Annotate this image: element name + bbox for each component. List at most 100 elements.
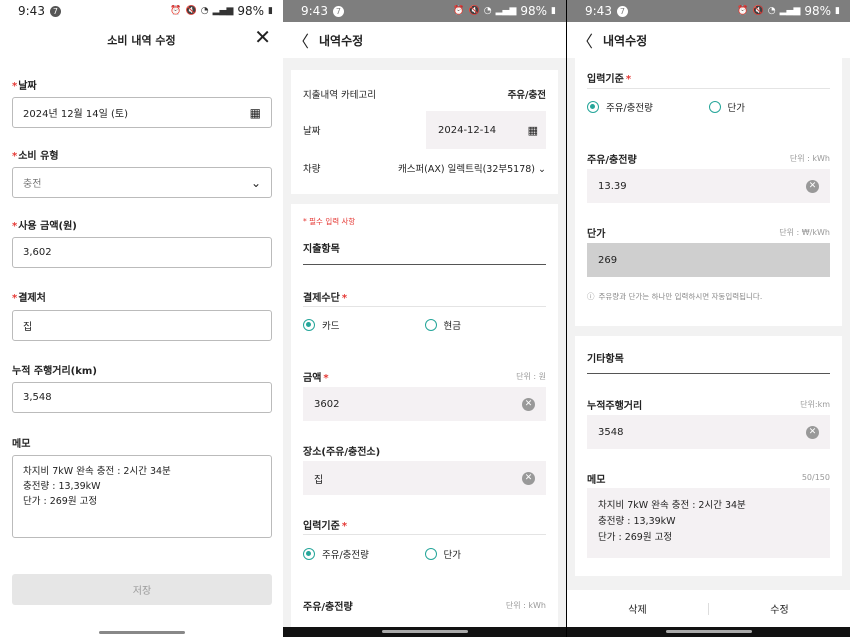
battery-icon: ▮ xyxy=(835,6,840,16)
battery-text: 98% xyxy=(237,4,265,18)
radio-label: 현금 xyxy=(443,321,461,332)
radio-unit-price[interactable]: 단가 xyxy=(424,547,547,561)
action-bar: 삭제 수정 xyxy=(567,590,850,627)
place-value: 집 xyxy=(314,474,324,486)
fuel-label: 주유/충전량 xyxy=(303,602,353,613)
price-value: 269 xyxy=(598,254,618,266)
payee-label: *결제처 xyxy=(12,293,46,304)
wifi-icon: ◔ xyxy=(200,6,209,16)
required-note: * 필수 입력 사항 xyxy=(303,217,356,226)
date-field[interactable]: 2024년 12월 14일 (토) ▦ xyxy=(12,97,272,128)
delete-button[interactable]: 삭제 xyxy=(567,601,708,616)
amount-input[interactable]: 3,602 xyxy=(12,237,272,268)
header: 〈 내역수정 xyxy=(283,22,566,58)
basis-radio-group: 주유/충전량 단가 xyxy=(303,547,546,561)
clear-icon[interactable]: ✕ xyxy=(522,471,535,485)
wifi-icon: ◔ xyxy=(767,6,776,16)
radio-fuel-amount[interactable]: 주유/충전량 xyxy=(587,100,709,114)
summary-card: 지출내역 카테고리 주유/충전 날짜 2024-12-14 ▦ 차량 캐스퍼(A… xyxy=(291,70,558,194)
radio-label: 주유/충전량 xyxy=(322,550,369,561)
date-label: 날짜 xyxy=(303,126,321,137)
mileage-input[interactable]: 3548 ✕ xyxy=(587,415,830,449)
mileage-input[interactable]: 3,548 xyxy=(12,382,272,413)
divider xyxy=(303,534,546,535)
mileage-value: 3548 xyxy=(598,426,624,438)
fuel-unit: 단위 : kWh xyxy=(505,601,546,610)
status-bar: 9:43 7 ⏰ 🔇 ◔ ▂▄▆ 98% ▮ xyxy=(283,0,566,22)
memo-textarea[interactable]: 차지비 7kW 완속 충전 : 2시간 34분 충전량 : 13,39kW 단가… xyxy=(12,455,272,538)
radio-card[interactable]: 카드 xyxy=(303,318,425,332)
price-unit: 단위 : ₩/kWh xyxy=(779,228,830,237)
header: 〈 내역수정 xyxy=(567,22,850,58)
memo-textarea[interactable]: 차지비 7kW 완속 충전 : 2시간 34분 충전량 : 13,39kW 단가… xyxy=(587,488,830,558)
mileage-value: 3,548 xyxy=(23,392,52,403)
back-arrow-icon[interactable]: 〈 xyxy=(577,28,593,52)
radio-label: 단가 xyxy=(443,550,461,561)
price-label: 단가 xyxy=(587,229,606,240)
clear-icon[interactable]: ✕ xyxy=(806,179,819,193)
status-time: 9:43 xyxy=(301,4,328,18)
mute-icon: 🔇 xyxy=(185,6,197,16)
payment-radio-group: 카드 현금 xyxy=(303,318,546,332)
radio-label: 카드 xyxy=(322,321,340,332)
date-picker[interactable]: 2024-12-14 ▦ xyxy=(426,111,546,149)
radio-selected-icon xyxy=(303,319,315,331)
mute-icon: 🔇 xyxy=(752,6,764,16)
info-icon: ⓘ xyxy=(587,292,595,301)
category-label: 지출내역 카테고리 xyxy=(303,90,376,101)
signal-icon: ▂▄▆ xyxy=(212,6,234,16)
other-title: 기타항목 xyxy=(587,354,624,365)
radio-unit-price[interactable]: 단가 xyxy=(708,100,831,114)
radio-label: 단가 xyxy=(727,103,745,114)
signal-icon: ▂▄▆ xyxy=(779,6,801,16)
radio-unselected-icon xyxy=(424,548,437,560)
expense-card-continued: 입력기준 * 주유/충전량 단가 주유/충전량 단위 : kWh 13.39 ✕ … xyxy=(575,58,842,326)
price-input[interactable]: 269 xyxy=(587,243,830,277)
other-card: 기타항목 누적주행거리 단위:km 3548 ✕ 메모 50/150 차지비 7… xyxy=(575,336,842,576)
date-value: 2024-12-14 xyxy=(438,124,497,136)
clear-icon[interactable]: ✕ xyxy=(806,425,819,439)
battery-icon: ▮ xyxy=(268,6,273,16)
vehicle-value: 캐스퍼(AX) 일렉트릭(32부5178) xyxy=(397,164,535,175)
status-time: 9:43 xyxy=(18,4,45,18)
clear-icon[interactable]: ✕ xyxy=(522,397,535,411)
fuel-input[interactable]: 13.39 ✕ xyxy=(587,169,830,203)
battery-text: 98% xyxy=(520,4,548,18)
calendar-icon: ▦ xyxy=(527,123,538,137)
radio-label: 주유/충전량 xyxy=(606,103,653,114)
type-select[interactable]: 충전 ⌄ xyxy=(12,167,272,198)
place-label: 장소(주유/충전소) xyxy=(303,447,381,458)
notification-badge: 7 xyxy=(616,5,628,17)
gesture-bar xyxy=(98,631,185,634)
chevron-down-icon: ⌄ xyxy=(250,175,261,190)
back-arrow-icon[interactable]: 〈 xyxy=(293,28,309,52)
save-button[interactable]: 저장 xyxy=(12,574,272,605)
mileage-unit: 단위:km xyxy=(800,400,830,409)
mileage-label: 누적주행거리 xyxy=(587,401,643,412)
alarm-icon: ⏰ xyxy=(453,6,465,16)
amount-input[interactable]: 3602 ✕ xyxy=(303,387,546,421)
mute-icon: 🔇 xyxy=(468,6,480,16)
alarm-icon: ⏰ xyxy=(170,6,182,16)
payee-input[interactable]: 집 xyxy=(12,310,272,341)
notification-badge: 7 xyxy=(332,5,344,17)
amount-unit: 단위 : 원 xyxy=(516,372,546,381)
amount-value: 3,602 xyxy=(23,247,52,258)
basis-label: 입력기준 * xyxy=(587,74,632,85)
edit-button[interactable]: 수정 xyxy=(709,601,850,616)
status-bar: 9:43 7 ⏰ 🔇 ◔ ▂▄▆ 98% ▮ xyxy=(567,0,850,22)
vehicle-label: 차량 xyxy=(303,164,321,175)
amount-label: 금액 * xyxy=(303,373,329,384)
battery-text: 98% xyxy=(804,4,832,18)
date-value: 2024년 12월 14일 (토) xyxy=(23,109,129,120)
close-icon[interactable]: ✕ xyxy=(254,27,271,47)
place-input[interactable]: 집 ✕ xyxy=(303,461,546,495)
radio-cash[interactable]: 현금 xyxy=(424,318,547,332)
status-bar: 9:43 7 ⏰ 🔇 ◔ ▂▄▆ 98% ▮ xyxy=(0,0,283,22)
header-title: 내역수정 xyxy=(319,33,364,48)
status-time: 9:43 xyxy=(585,4,612,18)
vehicle-row[interactable]: 차량 캐스퍼(AX) 일렉트릭(32부5178) ⌄ xyxy=(303,161,546,175)
divider xyxy=(587,88,830,89)
header-title: 내역수정 xyxy=(603,33,648,48)
radio-fuel-amount[interactable]: 주유/충전량 xyxy=(303,547,425,561)
